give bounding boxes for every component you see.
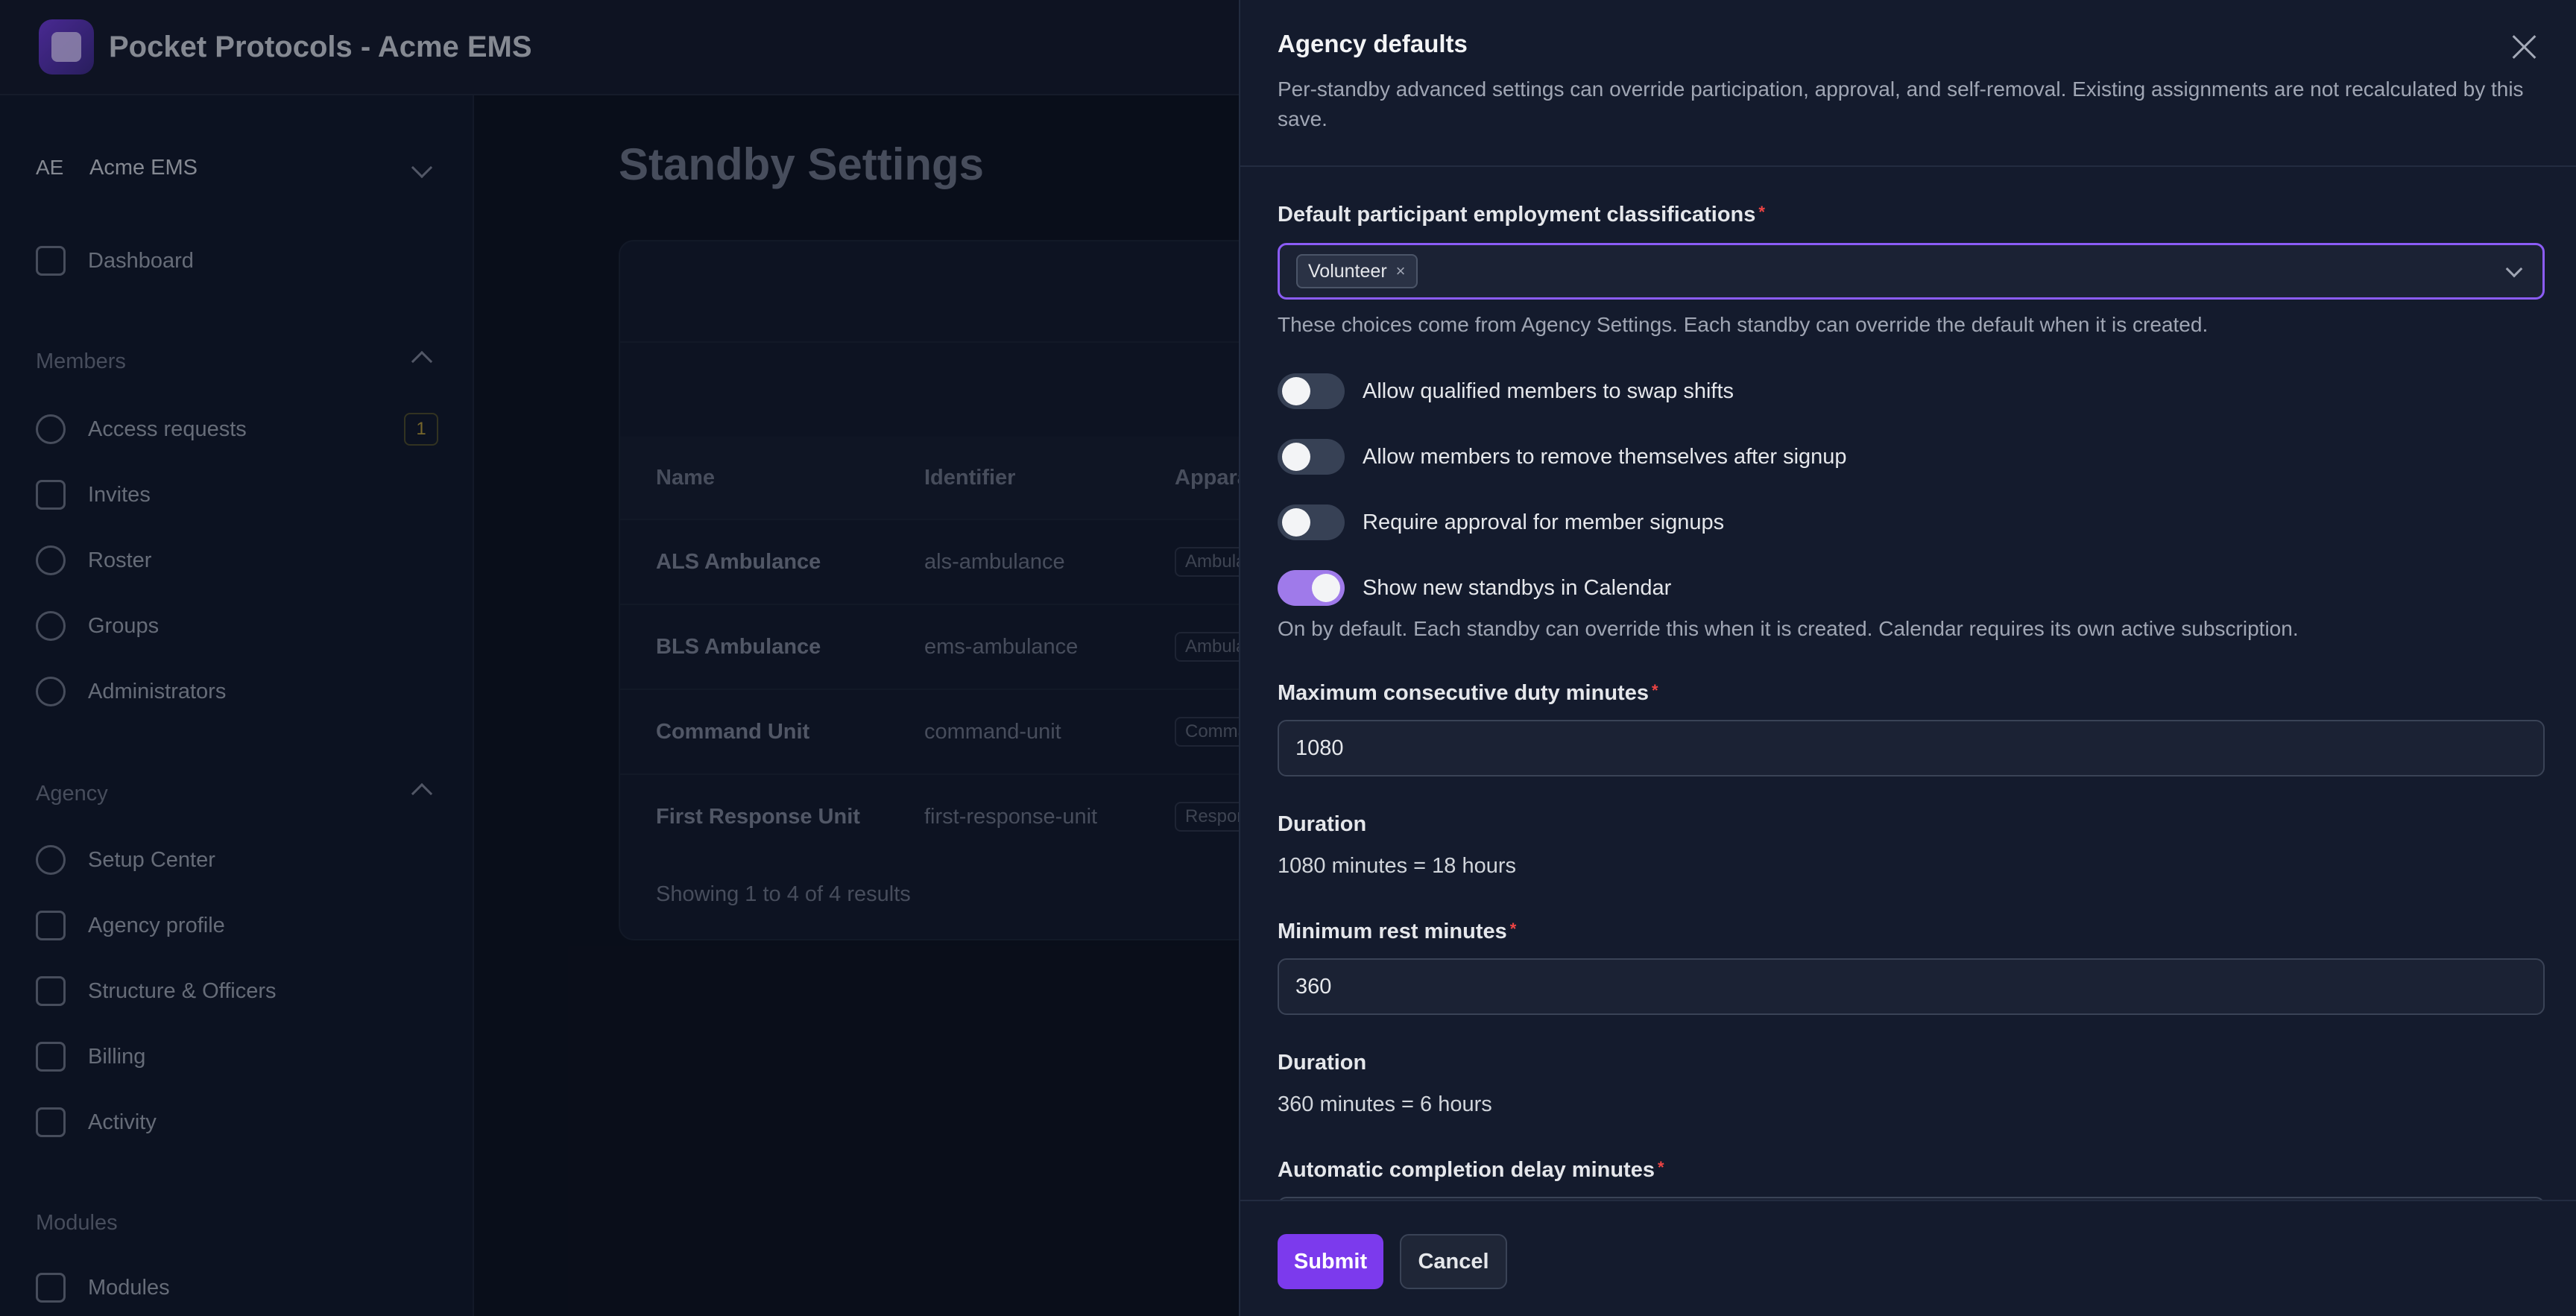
close-icon[interactable] xyxy=(2507,30,2542,64)
panel-footer: Submit Cancel xyxy=(1240,1200,2576,1316)
panel-description: Per-standby advanced settings can overri… xyxy=(1278,77,2524,130)
toggle-row-show-calendar: Show new standbys in Calendar xyxy=(1278,569,1671,607)
required-marker: * xyxy=(1509,920,1517,938)
min-rest-label: Minimum rest minutes * xyxy=(1278,920,1517,943)
classifications-label: Default participant employment classific… xyxy=(1278,203,1765,227)
classifications-hint: These choices come from Agency Settings.… xyxy=(1278,313,2209,336)
show-calendar-toggle[interactable] xyxy=(1278,570,1345,606)
panel-title: Agency defaults xyxy=(1278,30,1468,57)
toggle-row-self-removal: Allow members to remove themselves after… xyxy=(1278,438,1847,475)
toggle-row-require-approval: Require approval for member signups xyxy=(1278,504,1724,541)
max-duty-label: Maximum consecutive duty minutes * xyxy=(1278,681,1658,705)
classifications-multiselect[interactable]: Volunteer × xyxy=(1278,243,2545,300)
agency-defaults-panel: Agency defaults Per-standby advanced set… xyxy=(1239,0,2576,1316)
cancel-button[interactable]: Cancel xyxy=(1400,1234,1507,1289)
min-rest-input[interactable] xyxy=(1278,958,2545,1015)
max-duty-duration-value: 1080 minutes = 18 hours xyxy=(1278,854,1517,878)
panel-body: Default participant employment classific… xyxy=(1278,167,2545,1200)
required-marker: * xyxy=(1657,1158,1664,1177)
max-duty-input[interactable] xyxy=(1278,720,2545,776)
self-removal-toggle[interactable] xyxy=(1278,439,1345,475)
classification-chip: Volunteer × xyxy=(1296,254,1418,288)
calendar-hint: On by default. Each standby can override… xyxy=(1278,617,2299,640)
auto-completion-label: Automatic completion delay minutes * xyxy=(1278,1158,1664,1182)
required-marker: * xyxy=(1758,203,1765,221)
require-approval-toggle[interactable] xyxy=(1278,504,1345,540)
min-rest-duration-label: Duration xyxy=(1278,1051,1367,1075)
min-rest-duration-value: 360 minutes = 6 hours xyxy=(1278,1092,1492,1116)
panel-header: Agency defaults Per-standby advanced set… xyxy=(1240,0,2576,167)
swap-shifts-toggle[interactable] xyxy=(1278,373,1345,409)
toggle-row-swap-shifts: Allow qualified members to swap shifts xyxy=(1278,373,1734,410)
required-marker: * xyxy=(1651,681,1658,700)
modal-backdrop[interactable] xyxy=(0,0,1239,1316)
chevron-down-icon xyxy=(2505,260,2523,278)
max-duty-duration-label: Duration xyxy=(1278,812,1367,836)
chip-remove-icon[interactable]: × xyxy=(1396,262,1406,281)
submit-button[interactable]: Submit xyxy=(1278,1234,1383,1289)
